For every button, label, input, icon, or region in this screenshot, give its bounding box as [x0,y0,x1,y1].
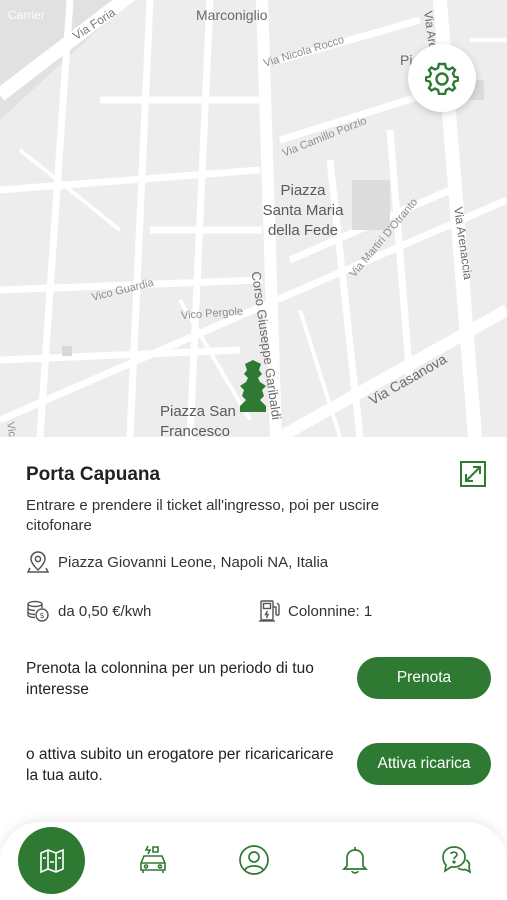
status-carrier: Carrier [8,8,45,22]
station-count: Colonnine: 1 [288,602,373,620]
charge-prompt: o attiva subito un erogatore per ricaric… [26,746,334,784]
location-pin-icon [26,550,50,574]
profile-icon [239,845,269,875]
address-row: Piazza Giovanni Leone, Napoli NA, Italia [26,550,328,574]
gear-icon [425,62,459,95]
charging-station-marker-icon[interactable] [236,360,270,417]
expand-button[interactable] [460,461,486,487]
station-address: Piazza Giovanni Leone, Napoli NA, Italia [58,553,329,571]
nav-item-help[interactable] [436,840,476,880]
station-price: da 0,50 €/kwh [58,602,152,620]
map-view[interactable]: Carrier Via Foria Marconiglio Via Nicola… [0,0,507,437]
help-chat-icon [442,846,472,874]
nav-item-profile[interactable] [234,840,274,880]
stations-count-row: Colonnine: 1 [258,599,372,623]
map-label-piazza-san-francesco: Piazza San Francesco [160,403,236,437]
station-detail-panel: Porta Capuana Entrare e prendere il tick… [0,437,507,832]
map-icon [39,848,64,873]
settings-button[interactable] [408,44,476,112]
station-description: Entrare e prendere il ticket all'ingress… [26,497,380,534]
price-row: $ da 0,50 €/kwh [26,599,151,623]
bell-icon [341,847,369,874]
map-label-piazza-santa-maria: Piazza Santa Maria della Fede [262,182,344,239]
book-button[interactable]: Prenota [357,657,491,699]
station-name: Porta Capuana [26,464,161,485]
expand-icon [460,461,486,487]
map-label-marconiglio: Marconiglio [196,7,268,23]
coins-price-icon: $ [26,599,50,623]
bottom-navigation [0,822,507,900]
book-prompt: Prenota la colonnina per un periodo di t… [26,660,314,698]
svg-text:$: $ [40,611,45,620]
car-charging-icon [140,845,166,873]
nav-item-map[interactable] [18,827,85,894]
nav-item-notifications[interactable] [335,840,375,880]
nav-item-car-charging[interactable] [133,840,173,880]
start-charge-button[interactable]: Attiva ricarica [357,743,491,785]
charging-column-icon [258,599,282,623]
